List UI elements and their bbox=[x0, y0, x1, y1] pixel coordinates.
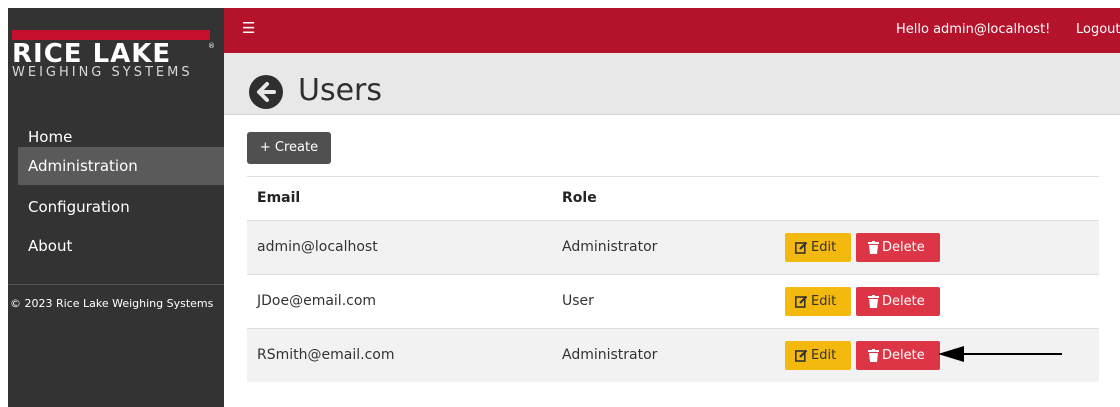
edit-button[interactable]: Edit bbox=[785, 233, 851, 262]
column-header-email: Email bbox=[257, 190, 301, 206]
brand-name: RICE LAKE bbox=[12, 39, 172, 69]
copyright-text: © 2023 Rice Lake Weighing Systems bbox=[10, 297, 214, 310]
table-row: JDoe@email.com User Edit Delete bbox=[247, 274, 1099, 328]
email-cell: admin@localhost bbox=[257, 239, 378, 255]
table-row: admin@localhost Administrator Edit Delet… bbox=[247, 220, 1099, 274]
edit-label: Edit bbox=[811, 240, 837, 255]
create-button[interactable]: + Create bbox=[247, 132, 331, 164]
sidebar-divider bbox=[8, 284, 224, 285]
role-cell: Administrator bbox=[562, 239, 658, 255]
edit-button[interactable]: Edit bbox=[785, 341, 851, 370]
edit-icon bbox=[795, 241, 808, 254]
edit-label: Edit bbox=[811, 294, 837, 309]
edit-label: Edit bbox=[811, 348, 837, 363]
edit-icon bbox=[795, 295, 808, 308]
page-header: Users bbox=[224, 53, 1120, 115]
edit-button[interactable]: Edit bbox=[785, 287, 851, 316]
table-header-row: Email Role bbox=[247, 176, 1099, 220]
sidebar-item-about[interactable]: About bbox=[18, 227, 224, 265]
email-cell: RSmith@email.com bbox=[257, 347, 395, 363]
brand-tagline: WEIGHING SYSTEMS bbox=[12, 65, 193, 80]
brand-logo: RICE LAKE ® WEIGHING SYSTEMS bbox=[8, 8, 224, 108]
role-cell: User bbox=[562, 293, 594, 309]
email-cell: JDoe@email.com bbox=[257, 293, 377, 309]
top-bar: ☰ Hello admin@localhost! Logout bbox=[224, 8, 1120, 53]
delete-button[interactable]: Delete bbox=[856, 233, 940, 262]
trash-icon bbox=[868, 349, 879, 362]
delete-label: Delete bbox=[882, 240, 925, 255]
column-header-role: Role bbox=[562, 190, 597, 206]
sidebar-item-administration[interactable]: Administration bbox=[18, 147, 224, 185]
trash-icon bbox=[868, 241, 879, 254]
user-greeting[interactable]: Hello admin@localhost! bbox=[896, 22, 1050, 37]
registered-mark: ® bbox=[208, 42, 215, 50]
delete-label: Delete bbox=[882, 294, 925, 309]
edit-icon bbox=[795, 349, 808, 362]
hamburger-icon[interactable]: ☰ bbox=[242, 19, 255, 37]
arrow-left-circle-icon[interactable] bbox=[249, 75, 283, 109]
sidebar-item-configuration[interactable]: Configuration bbox=[18, 188, 224, 226]
annotation-arrow-icon bbox=[938, 346, 1062, 362]
logout-link[interactable]: Logout bbox=[1076, 22, 1120, 37]
page-title: Users bbox=[298, 73, 383, 108]
role-cell: Administrator bbox=[562, 347, 658, 363]
delete-button[interactable]: Delete bbox=[856, 341, 940, 370]
trash-icon bbox=[868, 295, 879, 308]
delete-button[interactable]: Delete bbox=[856, 287, 940, 316]
sidebar: RICE LAKE ® WEIGHING SYSTEMS Home Admini… bbox=[8, 8, 224, 407]
delete-label: Delete bbox=[882, 348, 925, 363]
